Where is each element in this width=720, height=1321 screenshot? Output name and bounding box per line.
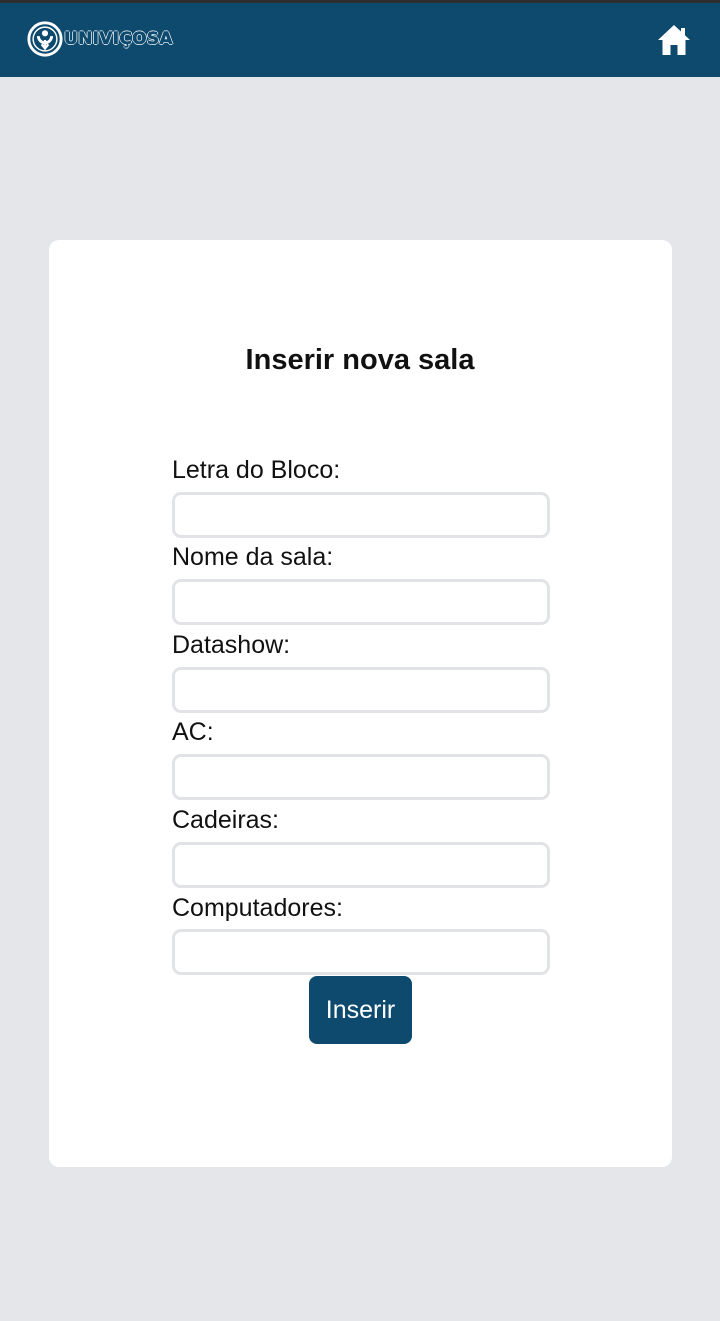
cadeiras-input[interactable] <box>172 842 550 888</box>
ac-input[interactable] <box>172 754 550 800</box>
home-icon[interactable] <box>656 22 692 58</box>
cadeiras-label: Cadeiras: <box>172 806 279 834</box>
nome-da-sala-label: Nome da sala: <box>172 543 334 571</box>
top-navbar: UNIVIÇOSA <box>0 0 720 77</box>
nome-da-sala-input[interactable] <box>172 579 550 625</box>
univicosa-logo[interactable]: UNIVIÇOSA <box>26 18 173 60</box>
page-title: Inserir nova sala <box>245 344 475 376</box>
datashow-label: Datashow: <box>172 631 291 659</box>
inserir-button[interactable]: Inserir <box>309 976 412 1044</box>
ac-label: AC: <box>172 718 214 746</box>
datashow-input[interactable] <box>172 667 550 713</box>
logo-emblem-icon <box>27 21 63 57</box>
computadores-label: Computadores: <box>172 894 343 922</box>
logo-text: UNIVIÇOSA <box>64 29 173 50</box>
letra-do-bloco-input[interactable] <box>172 492 550 538</box>
letra-do-bloco-label: Letra do Bloco: <box>172 456 341 484</box>
computadores-input[interactable] <box>172 929 550 975</box>
